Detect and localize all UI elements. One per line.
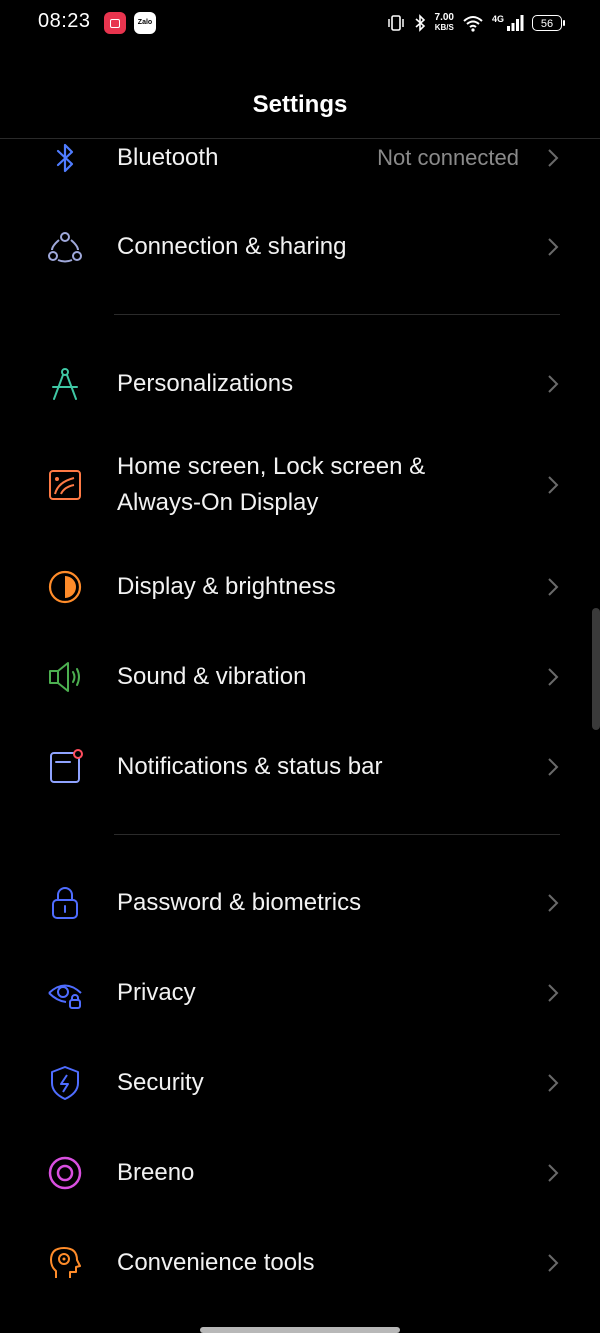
settings-item-display-brightness[interactable]: Display & brightness	[0, 547, 600, 627]
section-divider	[114, 314, 560, 315]
chevron-right-icon	[548, 578, 559, 596]
settings-item-label: Convenience tools	[117, 1249, 315, 1276]
bluetooth-icon	[56, 143, 74, 173]
settings-item-connection-sharing[interactable]: Connection & sharing	[0, 207, 600, 287]
chevron-right-icon	[548, 238, 559, 256]
page-title: Settings	[252, 91, 348, 118]
settings-item-label: Security	[117, 1069, 204, 1096]
chevron-right-icon	[548, 894, 559, 912]
settings-item-breeno[interactable]: Breeno	[0, 1133, 600, 1213]
chevron-right-icon	[548, 1254, 559, 1272]
notification-icon	[50, 749, 83, 783]
settings-list: Bluetooth Not connected Connection & sha…	[0, 0, 600, 1333]
chevron-right-icon	[548, 984, 559, 1002]
settings-item-label: Sound & vibration	[117, 663, 307, 690]
brightness-icon	[48, 570, 82, 604]
chevron-right-icon	[548, 758, 559, 776]
chevron-right-icon	[548, 149, 559, 167]
speaker-icon	[49, 662, 80, 692]
chevron-right-icon	[548, 375, 559, 393]
settings-item-security[interactable]: Security	[0, 1043, 600, 1123]
settings-item-personalizations[interactable]: Personalizations	[0, 344, 600, 424]
compass-icon	[52, 368, 78, 400]
privacy-eye-icon	[48, 984, 82, 1009]
chevron-right-icon	[548, 476, 559, 494]
settings-item-label: Display & brightness	[117, 573, 336, 600]
app-header: Settings	[0, 46, 600, 139]
settings-item-notifications-status-bar[interactable]: Notifications & status bar	[0, 727, 600, 807]
settings-item-label: Password & biometrics	[117, 889, 362, 916]
settings-item-convenience-tools[interactable]: Convenience tools	[0, 1223, 600, 1303]
settings-item-label: Privacy	[117, 979, 196, 1006]
chevron-right-icon	[548, 668, 559, 686]
settings-item-label: Notifications & status bar	[117, 753, 383, 780]
breeno-icon	[48, 1156, 82, 1190]
security-shield-icon	[51, 1066, 79, 1100]
settings-item-label: Breeno	[117, 1159, 195, 1186]
bluetooth-status-value: Not connected	[377, 145, 519, 170]
settings-item-privacy[interactable]: Privacy	[0, 953, 600, 1033]
chevron-right-icon	[548, 1164, 559, 1182]
home-indicator[interactable]	[200, 1327, 400, 1333]
settings-item-password-biometrics[interactable]: Password & biometrics	[0, 863, 600, 943]
wallpaper-icon	[49, 470, 81, 500]
settings-item-label: Connection & sharing	[117, 233, 347, 260]
settings-item-label: Home screen, Lock screen & Always-On Dis…	[117, 453, 426, 516]
chevron-right-icon	[548, 1074, 559, 1092]
settings-item-home-lock-aod[interactable]: Home screen, Lock screen & Always-On Dis…	[0, 434, 600, 536]
lock-icon	[52, 887, 78, 919]
convenience-tools-icon	[50, 1247, 81, 1278]
section-divider	[114, 834, 560, 835]
connection-sharing-icon	[48, 232, 82, 263]
settings-item-label: Bluetooth	[117, 144, 219, 171]
scrollbar-thumb[interactable]	[592, 608, 600, 730]
settings-item-label: Personalizations	[117, 370, 294, 397]
settings-item-sound-vibration[interactable]: Sound & vibration	[0, 637, 600, 717]
